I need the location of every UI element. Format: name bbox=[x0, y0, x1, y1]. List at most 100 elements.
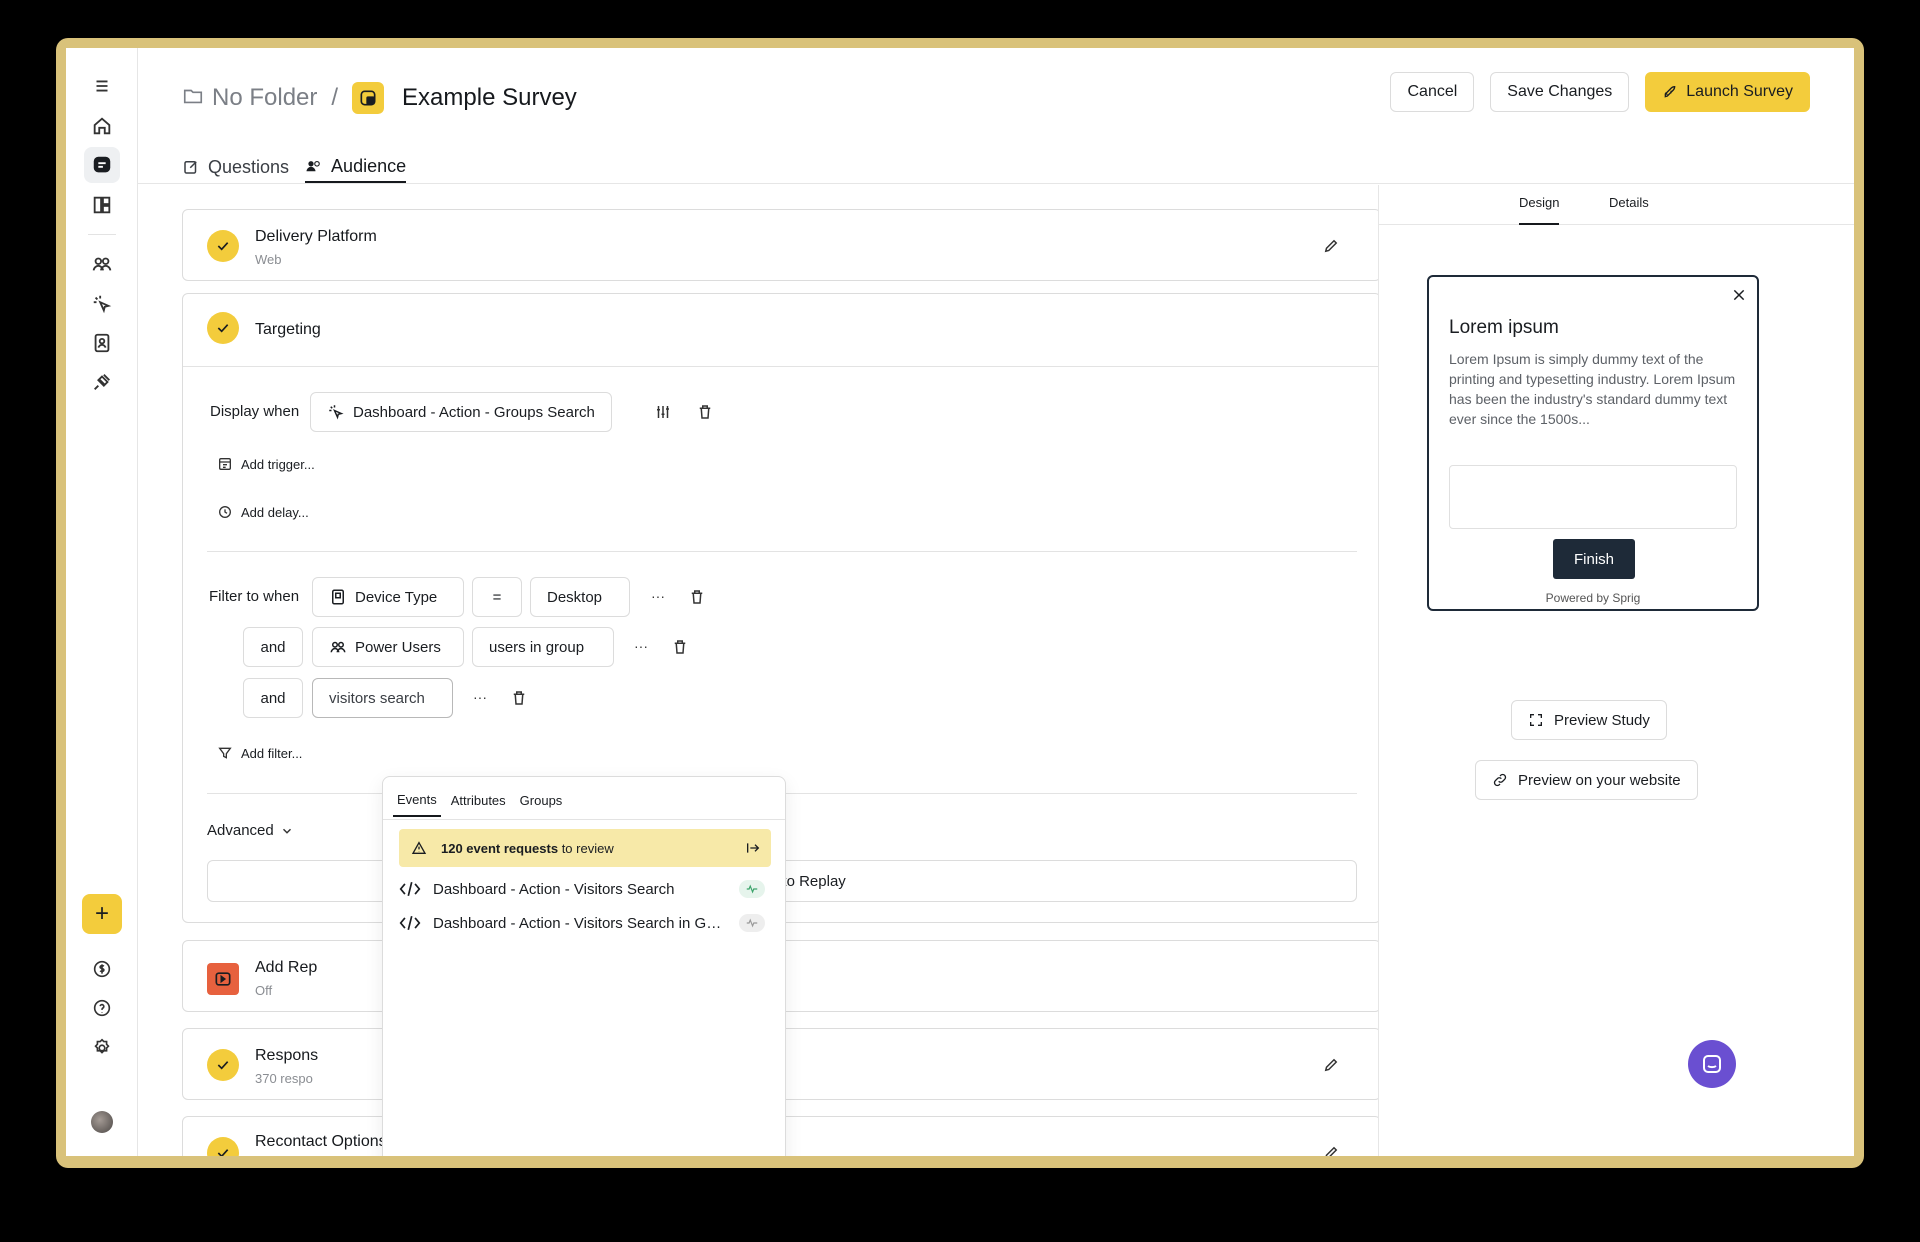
preview-website-button[interactable]: Preview on your website bbox=[1475, 760, 1698, 800]
survey-icon bbox=[352, 82, 385, 114]
main-content: Delivery Platform Web Targeting Display … bbox=[138, 185, 1378, 1156]
add-trigger-icon bbox=[219, 458, 231, 470]
tab-attributes[interactable]: Attributes bbox=[447, 783, 510, 817]
tab-audience[interactable]: Audience bbox=[305, 151, 407, 183]
check-icon bbox=[207, 230, 239, 262]
chat-launcher-button[interactable] bbox=[1688, 1040, 1736, 1088]
tab-questions[interactable]: Questions bbox=[182, 151, 289, 183]
more-icon[interactable]: ··· bbox=[632, 637, 650, 655]
filter-field-select[interactable]: Device Type bbox=[312, 577, 464, 617]
display-when-label: Display when bbox=[210, 403, 300, 420]
pencil-icon[interactable] bbox=[1322, 237, 1340, 255]
group-icon bbox=[330, 641, 346, 653]
add-delay-link[interactable]: Add delay... bbox=[217, 504, 309, 520]
save-button[interactable]: Save Changes bbox=[1490, 72, 1630, 112]
more-icon[interactable]: ··· bbox=[471, 688, 489, 706]
pencil-icon[interactable] bbox=[1322, 1056, 1340, 1074]
advanced-label: Advanced bbox=[207, 822, 274, 839]
add-trigger-link[interactable]: Add trigger... bbox=[217, 456, 315, 472]
trash-icon[interactable] bbox=[696, 403, 714, 421]
tab-bar: Questions Audience bbox=[182, 151, 407, 183]
filter-search-input[interactable]: visitors search bbox=[312, 678, 453, 718]
integrations-icon[interactable] bbox=[84, 364, 120, 400]
preview-body: Lorem Ipsum is simply dummy text of the … bbox=[1449, 351, 1736, 427]
delivery-platform-card: Delivery Platform Web bbox=[182, 209, 1378, 281]
filter-field-value: Power Users bbox=[355, 638, 441, 656]
arrow-right-icon[interactable] bbox=[745, 840, 761, 856]
edit-icon bbox=[184, 161, 197, 174]
event-requests-banner[interactable]: 120 event requests to review bbox=[399, 829, 771, 867]
preview-study-button[interactable]: Preview Study bbox=[1511, 700, 1667, 740]
banner-count: 120 event requests bbox=[441, 840, 559, 856]
home-icon[interactable] bbox=[84, 108, 120, 144]
surveys-icon[interactable] bbox=[84, 147, 120, 183]
banner-text: 120 event requests to review bbox=[441, 841, 614, 856]
filter-when-label: Filter to when bbox=[209, 588, 300, 605]
more-icon[interactable]: ··· bbox=[649, 587, 667, 605]
add-trigger-label: Add trigger... bbox=[241, 456, 315, 472]
close-icon[interactable] bbox=[1731, 287, 1747, 303]
card-subtitle: Off bbox=[255, 983, 273, 998]
hamburger-icon[interactable] bbox=[84, 68, 120, 104]
advanced-toggle[interactable]: Advanced bbox=[207, 822, 302, 839]
tab-questions-label: Questions bbox=[208, 156, 290, 177]
tab-details[interactable]: Details bbox=[1609, 195, 1649, 225]
tab-groups[interactable]: Groups bbox=[516, 783, 567, 817]
trash-icon[interactable] bbox=[688, 588, 706, 606]
card-title: Delivery Platform bbox=[255, 228, 377, 245]
filter-value-select[interactable]: Desktop bbox=[530, 577, 630, 617]
card-title: Add Rep bbox=[255, 959, 318, 976]
header-actions: Cancel Save Changes Launch Survey bbox=[1390, 72, 1810, 112]
side-panel: Design Details Lorem ipsum Lorem Ipsum i… bbox=[1378, 185, 1854, 1156]
trigger-value: Dashboard - Action - Groups Search bbox=[353, 403, 595, 421]
help-icon[interactable] bbox=[84, 990, 120, 1026]
card-title: Recontact Options bbox=[255, 1133, 387, 1150]
replay-icon bbox=[207, 963, 239, 995]
filter-field-select[interactable]: Power Users bbox=[312, 627, 464, 667]
trash-icon[interactable] bbox=[671, 638, 689, 656]
card-title: Respons bbox=[255, 1047, 319, 1064]
expand-icon bbox=[1530, 714, 1542, 726]
conjunction-select[interactable]: and bbox=[243, 678, 303, 718]
powered-by: Powered by Sprig bbox=[1545, 591, 1641, 605]
settings-icon[interactable] bbox=[84, 1030, 120, 1066]
trash-icon[interactable] bbox=[510, 689, 528, 707]
trigger-select[interactable]: Dashboard - Action - Groups Search bbox=[310, 392, 612, 432]
pencil-icon[interactable] bbox=[1322, 1144, 1340, 1156]
survey-preview: Lorem ipsum Lorem Ipsum is simply dummy … bbox=[1427, 275, 1759, 611]
users-icon[interactable] bbox=[84, 246, 120, 282]
folder-link[interactable]: No Folder bbox=[212, 84, 317, 112]
dashboard-icon[interactable] bbox=[84, 187, 120, 223]
dropdown-option[interactable]: Dashboard - Action - Visitors Search in … bbox=[399, 907, 771, 939]
warning-icon bbox=[411, 841, 427, 854]
dropdown-tabs: Events Attributes Groups bbox=[393, 783, 566, 817]
tab-events[interactable]: Events bbox=[393, 783, 441, 817]
chevron-down-icon bbox=[282, 828, 291, 834]
clock-icon bbox=[219, 506, 231, 518]
card-divider bbox=[183, 366, 1378, 367]
billing-icon[interactable] bbox=[84, 951, 120, 987]
avatar[interactable] bbox=[91, 1111, 113, 1133]
check-icon bbox=[207, 1049, 239, 1081]
launch-survey-button[interactable]: Launch Survey bbox=[1645, 72, 1810, 112]
events-icon[interactable] bbox=[84, 286, 120, 322]
filter-operator-select[interactable]: users in group bbox=[472, 627, 614, 667]
filter-operator-select[interactable]: = bbox=[472, 577, 522, 617]
conjunction-select[interactable]: and bbox=[243, 627, 303, 667]
contacts-icon[interactable] bbox=[84, 325, 120, 361]
check-icon bbox=[207, 312, 239, 344]
card-subtitle: Web bbox=[255, 252, 282, 267]
cancel-button[interactable]: Cancel bbox=[1390, 72, 1475, 112]
preview-title: Lorem ipsum bbox=[1449, 317, 1559, 338]
finish-button[interactable]: Finish bbox=[1553, 539, 1635, 579]
left-nav: + bbox=[66, 48, 138, 1156]
breadcrumb-separator: / bbox=[331, 84, 339, 111]
card-title: Targeting bbox=[255, 321, 321, 338]
create-button[interactable]: + bbox=[82, 894, 122, 934]
preview-textarea[interactable] bbox=[1449, 465, 1737, 529]
dropdown-option[interactable]: Dashboard - Action - Visitors Search bbox=[399, 873, 771, 905]
sliders-icon[interactable] bbox=[654, 403, 672, 421]
app-window: + No Folder / Example Survey Cancel Save… bbox=[66, 48, 1854, 1156]
add-filter-link[interactable]: Add filter... bbox=[217, 745, 302, 761]
tab-design[interactable]: Design bbox=[1519, 195, 1560, 225]
